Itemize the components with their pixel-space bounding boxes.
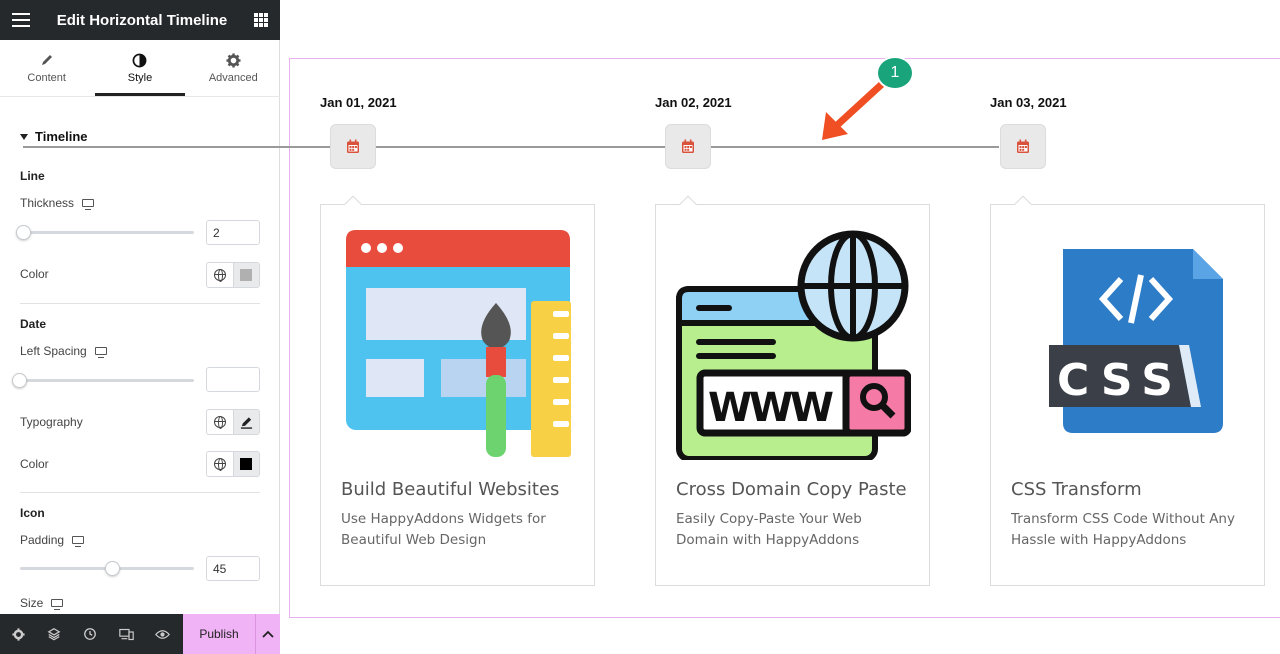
left-spacing-slider[interactable] <box>12 373 194 388</box>
globe-icon <box>213 458 226 471</box>
style-controls: Timeline Line Thickness 2 Color Date Lef… <box>0 98 280 614</box>
layers-icon[interactable] <box>36 614 72 654</box>
editor-app: Edit Horizontal Timeline Content Style A… <box>0 0 1280 654</box>
publish-options-button[interactable] <box>255 614 280 654</box>
contrast-icon <box>132 52 147 68</box>
typography-label: Typography <box>20 415 83 429</box>
global-fonts-button[interactable] <box>207 410 234 434</box>
typography-control <box>206 409 260 435</box>
thickness-label-text: Thickness <box>20 196 75 210</box>
date-color-control <box>206 451 260 477</box>
timeline-card: WWW Cross Domain Copy Paste Easily Copy-… <box>655 195 930 586</box>
globe-icon <box>213 269 226 282</box>
tab-style[interactable]: Style <box>93 40 186 96</box>
timeline-icon-box <box>1000 124 1046 169</box>
card-description: Transform CSS Code Without Any Hassle wi… <box>1011 511 1235 548</box>
tab-style-label: Style <box>127 72 153 84</box>
chevron-up-icon <box>262 630 274 638</box>
timeline-icon-box <box>330 124 376 169</box>
thickness-label: Thickness <box>20 196 95 210</box>
card-title: Cross Domain Copy Paste <box>676 479 907 500</box>
hamburger-menu-icon[interactable] <box>12 13 30 27</box>
calendar-icon <box>1017 139 1029 153</box>
thickness-slider-handle[interactable] <box>16 225 31 240</box>
editor-panel: Edit Horizontal Timeline Content Style A… <box>0 0 280 654</box>
timeline-date: Jan 01, 2021 <box>320 95 397 110</box>
panel-title: Edit Horizontal Timeline <box>56 11 228 29</box>
padding-slider[interactable] <box>20 561 194 576</box>
desktop-icon[interactable] <box>72 536 85 547</box>
pencil-edit-icon <box>240 416 252 429</box>
annotation-arrow-icon <box>822 80 886 140</box>
global-colors-button[interactable] <box>207 452 234 476</box>
padding-label-text: Padding <box>20 533 65 547</box>
panel-footer: Publish <box>0 614 280 654</box>
panel-tabs: Content Style Advanced <box>0 40 280 97</box>
icon-heading: Icon <box>20 506 45 520</box>
left-spacing-label: Left Spacing <box>20 344 107 358</box>
caret-down-icon <box>20 133 28 140</box>
svg-text:WWW: WWW <box>708 385 834 431</box>
card-description: Easily Copy-Paste Your Web Domain with H… <box>676 511 862 548</box>
timeline-card: Build Beautiful Websites Use HappyAddons… <box>320 195 595 586</box>
padding-label: Padding <box>20 533 85 547</box>
global-colors-button[interactable] <box>207 263 234 287</box>
tab-advanced-label: Advanced <box>208 72 258 84</box>
desktop-icon[interactable] <box>51 599 64 610</box>
date-color-label: Color <box>20 457 49 471</box>
line-color-control <box>206 262 260 288</box>
section-timeline-toggle[interactable]: Timeline <box>20 129 88 144</box>
left-spacing-slider-handle[interactable] <box>12 373 27 388</box>
widgets-grid-icon[interactable] <box>253 13 268 27</box>
pencil-icon <box>40 52 54 68</box>
line-color-swatch <box>240 269 253 281</box>
globe-icon <box>213 416 226 429</box>
divider <box>20 492 260 493</box>
padding-slider-handle[interactable] <box>105 561 120 576</box>
desktop-icon[interactable] <box>94 347 107 358</box>
calendar-icon <box>682 139 694 153</box>
css-file-illustration: CSS <box>1049 249 1223 433</box>
panel-header: Edit Horizontal Timeline <box>0 0 280 40</box>
desktop-icon[interactable] <box>82 199 95 210</box>
tab-content[interactable]: Content <box>0 40 93 96</box>
tab-content-label: Content <box>27 72 66 84</box>
timeline-date: Jan 03, 2021 <box>990 95 1067 110</box>
line-color-swatch-button[interactable] <box>233 263 259 287</box>
left-spacing-input[interactable] <box>206 367 260 392</box>
publish-button[interactable]: Publish <box>183 614 255 654</box>
responsive-mode-icon[interactable] <box>108 614 144 654</box>
timeline-card: CSS CSS Transform Transform CSS Code Wit… <box>990 195 1265 586</box>
settings-gear-icon[interactable] <box>0 614 36 654</box>
date-color-swatch-button[interactable] <box>233 452 259 476</box>
tab-advanced[interactable]: Advanced <box>187 40 280 96</box>
card-title: CSS Transform <box>1011 479 1142 500</box>
date-color-swatch <box>240 458 253 470</box>
card-description: Use HappyAddons Widgets for Beautiful We… <box>341 511 546 548</box>
www-browser-globe-illustration: WWW <box>676 230 911 460</box>
timeline-date: Jan 02, 2021 <box>655 95 732 110</box>
preview-eye-icon[interactable] <box>144 614 180 654</box>
thickness-slider[interactable] <box>16 225 194 240</box>
thickness-input[interactable]: 2 <box>206 220 260 245</box>
gear-icon <box>226 52 241 68</box>
timeline-line <box>23 146 999 148</box>
divider <box>20 303 260 304</box>
svg-text:CSS: CSS <box>1057 355 1173 406</box>
line-color-label: Color <box>20 267 49 281</box>
timeline-icon-box <box>665 124 711 169</box>
line-heading: Line <box>20 169 45 183</box>
size-label: Size <box>20 596 64 610</box>
history-icon[interactable] <box>72 614 108 654</box>
section-timeline-title: Timeline <box>35 129 88 144</box>
edit-typography-button[interactable] <box>233 410 259 434</box>
left-spacing-label-text: Left Spacing <box>20 344 87 358</box>
calendar-icon <box>347 139 359 153</box>
web-design-illustration <box>346 230 571 457</box>
card-title: Build Beautiful Websites <box>341 479 560 500</box>
padding-input[interactable]: 45 <box>206 556 260 581</box>
size-label-text: Size <box>20 596 44 610</box>
date-heading: Date <box>20 317 47 331</box>
annotation-badge: 1 <box>876 56 914 90</box>
